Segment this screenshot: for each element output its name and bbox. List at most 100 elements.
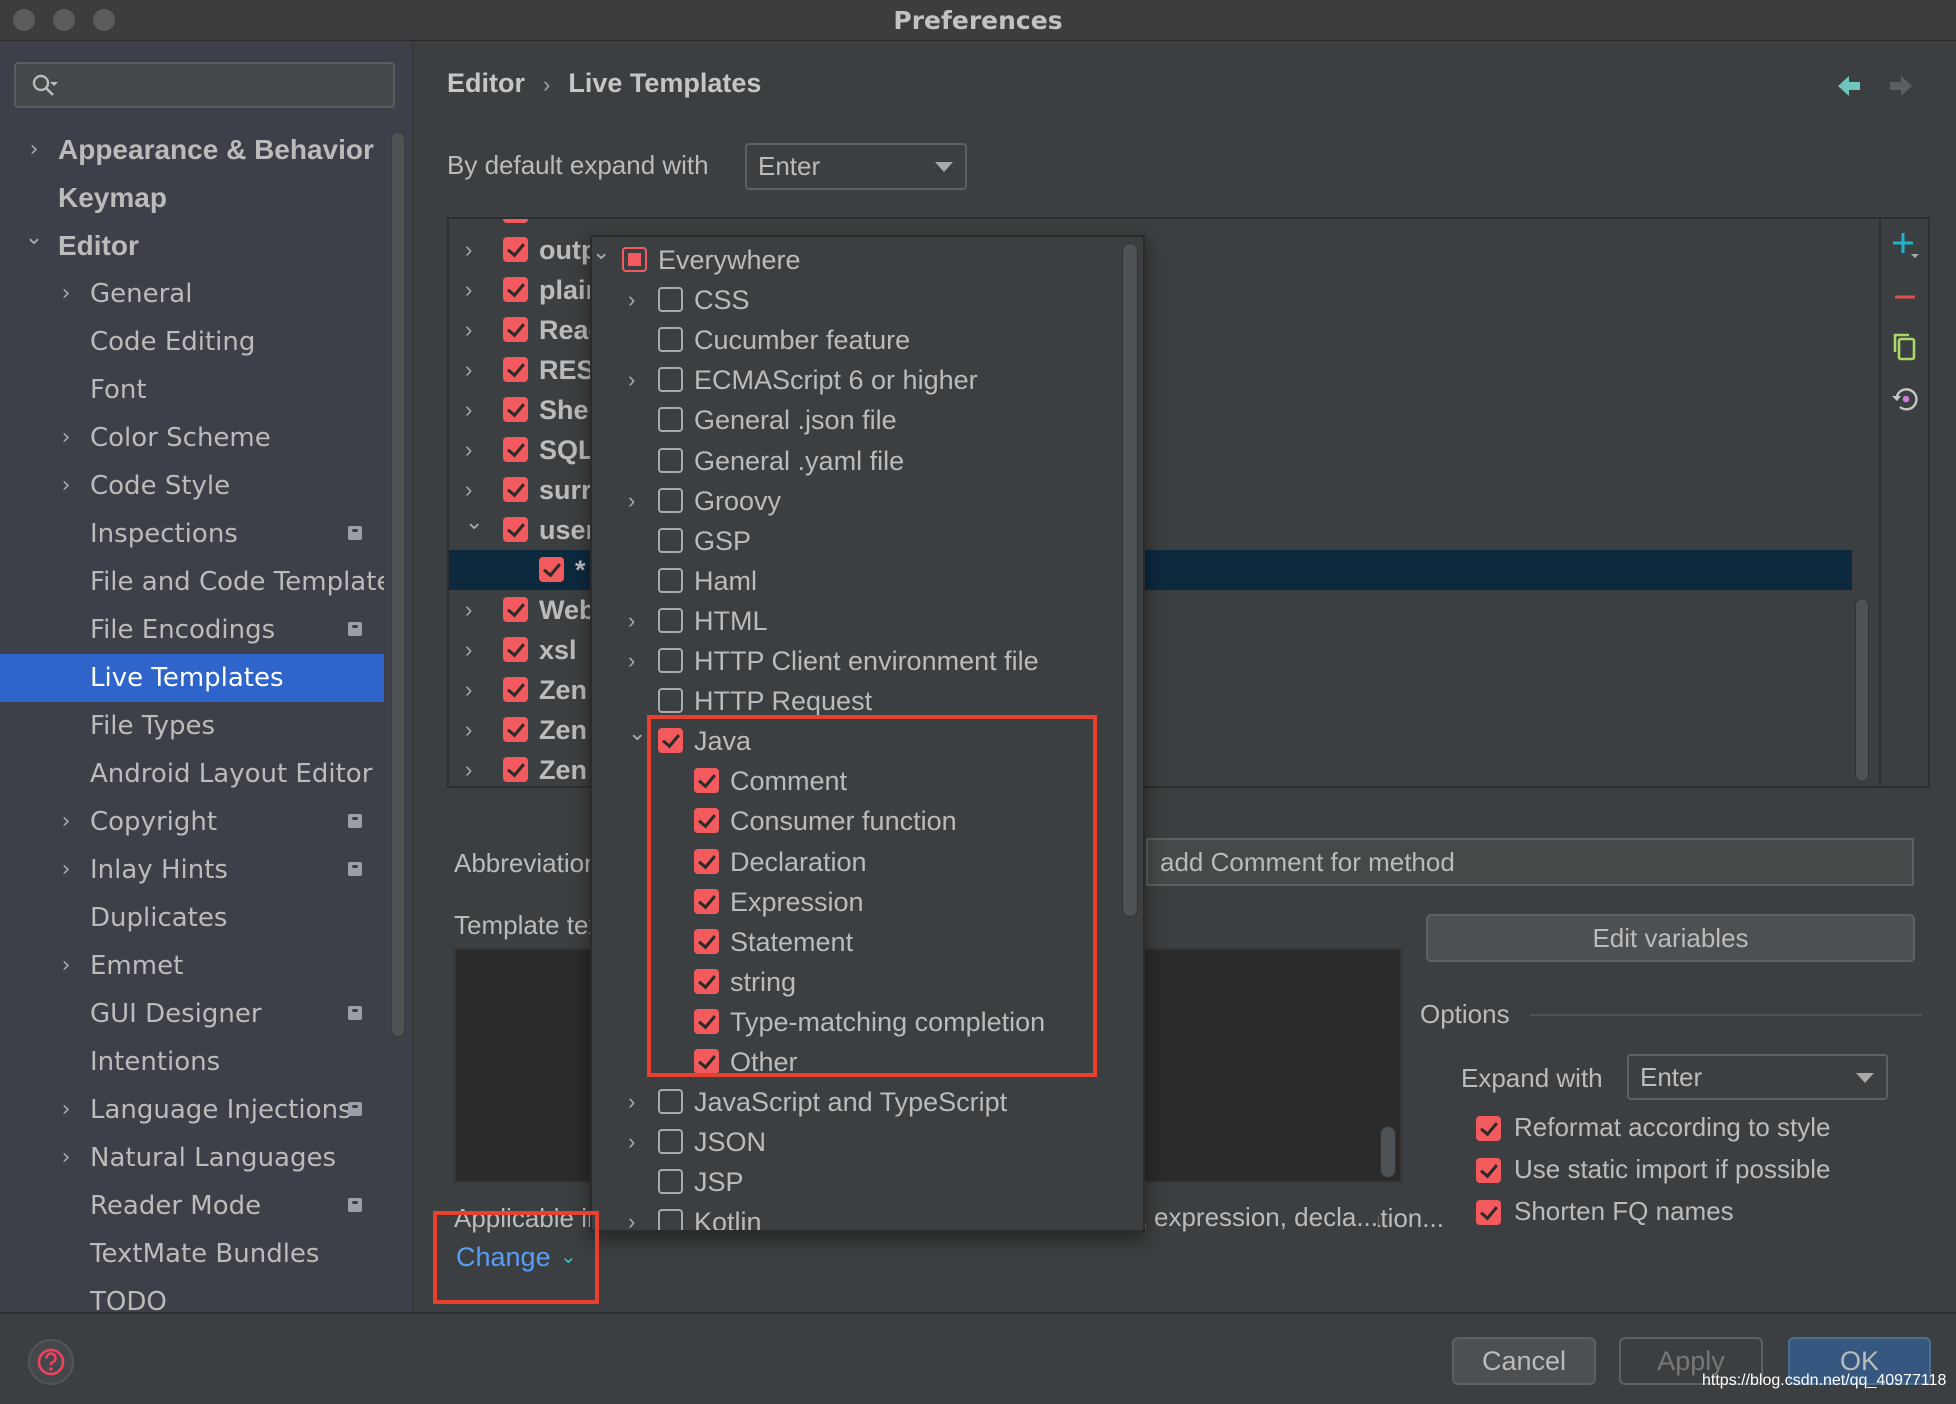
context-item[interactable]: General .yaml file [592, 441, 1112, 481]
context-checkbox[interactable] [658, 527, 683, 553]
template-checkbox[interactable] [503, 317, 528, 342]
template-checkbox[interactable] [503, 237, 528, 262]
context-checkbox[interactable] [658, 287, 683, 313]
chevron-right-icon[interactable]: › [465, 230, 472, 270]
chevron-right-icon[interactable]: › [56, 270, 76, 318]
context-item[interactable]: GSP [592, 521, 1112, 561]
template-checkbox[interactable] [503, 717, 528, 742]
chevron-right-icon[interactable]: › [465, 390, 472, 430]
arrow-left-icon[interactable] [1836, 74, 1864, 98]
sidebar-item[interactable]: › Inlay Hints [0, 846, 384, 894]
context-checkbox[interactable] [658, 407, 683, 433]
context-checkbox[interactable] [658, 1209, 683, 1230]
chevron-right-icon[interactable]: › [56, 1134, 76, 1182]
chevron-right-icon[interactable]: › [628, 360, 635, 400]
template-checkbox[interactable] [503, 637, 528, 662]
context-checkbox[interactable] [658, 447, 683, 473]
context-checkbox[interactable] [658, 487, 683, 513]
chevron-right-icon[interactable]: › [465, 590, 472, 630]
context-item[interactable]: General .json file [592, 400, 1112, 440]
sidebar-item[interactable]: ⌄ Editor [0, 222, 384, 270]
chevron-down-icon[interactable]: ⌄ [24, 222, 44, 262]
context-item[interactable]: › Kotlin [592, 1202, 1112, 1230]
template-checkbox[interactable] [503, 397, 528, 422]
sidebar-item[interactable]: File and Code Templates [0, 558, 384, 606]
context-item[interactable]: › JSON [592, 1122, 1112, 1162]
chevron-right-icon[interactable]: › [465, 270, 472, 310]
template-checkbox[interactable] [503, 517, 528, 542]
sidebar-item[interactable]: Reader Mode [0, 1182, 384, 1230]
template-checkbox[interactable] [503, 757, 528, 782]
sidebar-item[interactable]: Inspections [0, 510, 384, 558]
chevron-down-icon[interactable]: ⌄ [628, 713, 646, 753]
context-checkbox[interactable] [658, 1089, 683, 1115]
chevron-right-icon[interactable]: › [465, 630, 472, 670]
context-checkbox[interactable] [622, 247, 647, 272]
sidebar-item[interactable]: › Appearance & Behavior [0, 126, 384, 174]
sidebar-item[interactable]: Duplicates [0, 894, 384, 942]
context-checkbox[interactable] [658, 327, 683, 353]
context-checkbox[interactable] [658, 688, 683, 714]
sidebar-item[interactable]: › Emmet [0, 942, 384, 990]
context-item[interactable]: › Groovy [592, 481, 1112, 521]
chevron-right-icon[interactable]: › [628, 1082, 635, 1122]
sidebar-item[interactable]: Font [0, 366, 384, 414]
template-checkbox[interactable] [503, 597, 528, 622]
sidebar-item[interactable]: Android Layout Editor [0, 750, 384, 798]
chevron-right-icon[interactable]: › [56, 462, 76, 510]
option-checkbox[interactable] [1476, 1116, 1501, 1141]
context-item[interactable]: › ECMAScript 6 or higher [592, 360, 1112, 400]
context-checkbox[interactable] [658, 567, 683, 593]
option-checkbox[interactable] [1476, 1158, 1501, 1183]
sidebar-item[interactable]: TextMate Bundles [0, 1230, 384, 1278]
chevron-right-icon[interactable]: › [465, 710, 472, 750]
template-text-scrollbar[interactable] [1380, 1126, 1396, 1178]
sidebar-item[interactable]: Code Editing [0, 318, 384, 366]
cancel-button[interactable]: Cancel [1452, 1337, 1596, 1385]
context-item[interactable]: ⌄ Everywhere [592, 239, 1112, 280]
sidebar-item[interactable]: › Code Style [0, 462, 384, 510]
chevron-right-icon[interactable]: › [465, 350, 472, 390]
context-item[interactable]: › HTML [592, 601, 1112, 641]
help-button[interactable] [28, 1339, 74, 1385]
template-checkbox[interactable] [503, 677, 528, 702]
chevron-right-icon[interactable]: › [24, 126, 44, 174]
minus-icon[interactable] [1890, 282, 1920, 312]
context-item[interactable]: JSP [592, 1162, 1112, 1202]
sidebar-item[interactable]: Intentions [0, 1038, 384, 1086]
description-input[interactable]: add Comment for method [1146, 838, 1914, 886]
chevron-right-icon[interactable]: › [56, 942, 76, 990]
chevron-right-icon[interactable]: › [56, 846, 76, 894]
context-item[interactable]: › HTTP Client environment file [592, 641, 1112, 681]
chevron-right-icon[interactable]: › [465, 750, 472, 786]
context-checkbox[interactable] [658, 1129, 683, 1155]
context-checkbox[interactable] [658, 367, 683, 393]
sidebar-item[interactable]: › Copyright [0, 798, 384, 846]
context-item[interactable]: › JavaScript and TypeScript [592, 1082, 1112, 1122]
context-item[interactable]: › CSS [592, 280, 1112, 320]
edit-variables-button[interactable]: Edit variables [1426, 914, 1915, 962]
restore-icon[interactable] [1890, 384, 1920, 414]
settings-search-input[interactable] [14, 62, 395, 108]
chevron-right-icon[interactable]: › [465, 310, 472, 350]
sidebar-item[interactable]: GUI Designer [0, 990, 384, 1038]
copy-icon[interactable] [1890, 332, 1920, 362]
default-expand-dropdown[interactable]: Enter [745, 143, 967, 190]
chevron-right-icon[interactable]: › [56, 1086, 76, 1134]
chevron-right-icon[interactable]: › [628, 1122, 635, 1162]
chevron-right-icon[interactable]: › [465, 430, 472, 470]
chevron-down-icon[interactable]: ⌄ [592, 237, 610, 272]
context-checkbox[interactable] [658, 1169, 683, 1195]
context-checkbox[interactable] [658, 607, 683, 633]
sidebar-item[interactable]: › Language Injections [0, 1086, 384, 1134]
chevron-right-icon[interactable]: › [628, 1202, 635, 1230]
sidebar-item[interactable]: File Types [0, 702, 384, 750]
chevron-right-icon[interactable]: › [628, 481, 635, 521]
template-checkbox[interactable] [503, 477, 528, 502]
template-checkbox[interactable] [503, 277, 528, 302]
chevron-right-icon[interactable]: › [628, 641, 635, 681]
sidebar-item[interactable]: › Color Scheme [0, 414, 384, 462]
sidebar-item[interactable]: Keymap [0, 174, 384, 222]
chevron-down-icon[interactable]: ⌄ [465, 502, 483, 542]
template-checkbox[interactable] [503, 357, 528, 382]
